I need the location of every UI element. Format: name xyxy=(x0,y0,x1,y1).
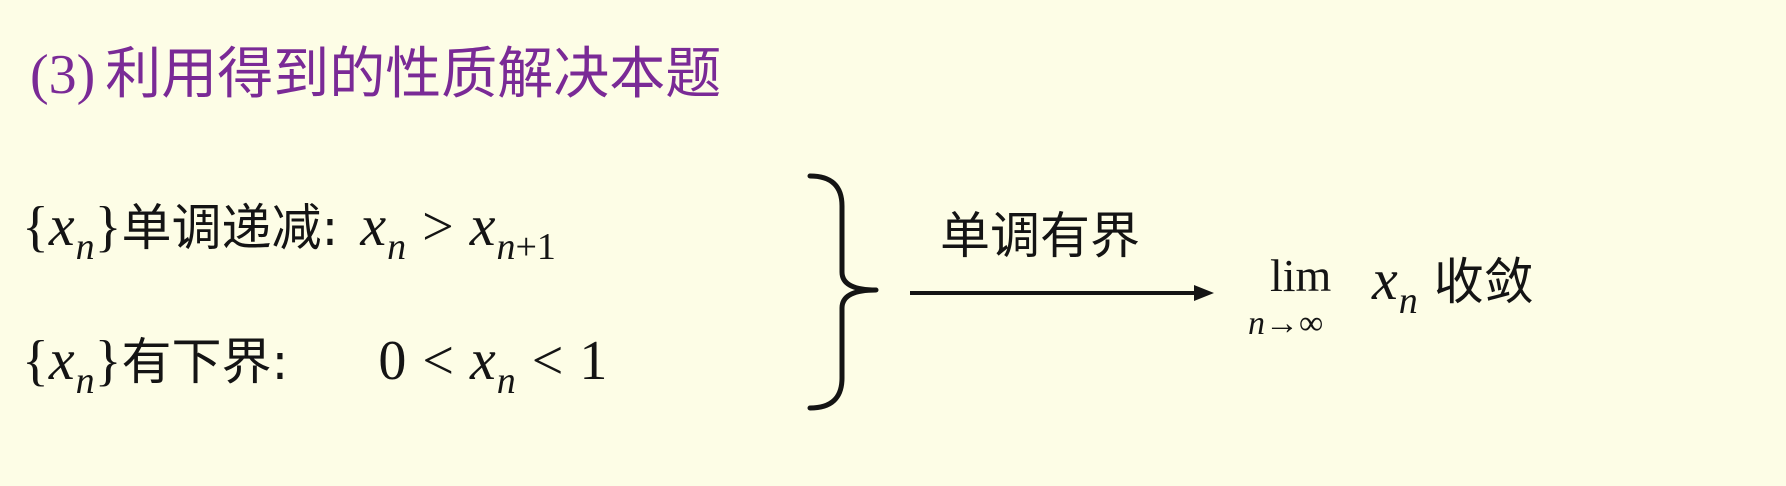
upper-bound-value: 1 xyxy=(579,330,608,392)
limit-operator: lim n→∞ xyxy=(1248,250,1358,350)
implication-arrow xyxy=(910,285,1214,301)
less-than-op: < xyxy=(531,330,564,392)
arrow-label: 单调有界 xyxy=(940,207,1140,265)
sequence-var: x xyxy=(48,193,75,258)
lower-bound-statement: {xn}有下界: 0 < xn <1 xyxy=(22,327,608,403)
lim-word: lim xyxy=(1270,250,1332,301)
set-close-brace: } xyxy=(94,196,122,258)
rhs-sub: n+1 xyxy=(496,226,555,268)
set-open-brace: { xyxy=(22,330,49,392)
sequence-sub: n xyxy=(75,226,95,268)
rhs-sub-rest: +1 xyxy=(515,226,556,268)
property-label: 单调递减 xyxy=(121,199,322,257)
middle-sub: n xyxy=(496,360,516,402)
sequence-var: x xyxy=(48,327,75,392)
middle-var: x xyxy=(469,327,496,392)
monotone-decreasing-statement: {xn}单调递减: xn > xn+1 xyxy=(22,193,556,269)
property-label: 有下界 xyxy=(121,333,272,391)
lim-subscript: n→∞ xyxy=(1248,304,1323,344)
lim-sub-arrow: → xyxy=(1265,305,1299,342)
converges-text: 收敛 xyxy=(1433,253,1534,311)
lhs-sub: n xyxy=(387,226,407,268)
lim-sub-var: n xyxy=(1248,305,1265,342)
right-curly-brace xyxy=(807,173,879,411)
set-close-brace: } xyxy=(94,330,122,392)
lim-sub-infinity: ∞ xyxy=(1299,305,1324,342)
section-title: 利用得到的性质解决本题 xyxy=(105,42,722,107)
rhs-sub-var: n xyxy=(496,226,516,268)
section-heading: (3) 利用得到的性质解决本题 xyxy=(30,40,721,110)
conclusion: xn 收敛 xyxy=(1372,247,1534,323)
less-than-op: < xyxy=(422,330,454,392)
rhs-var: x xyxy=(469,193,496,258)
sequence-sub: n xyxy=(75,360,95,402)
limit-var: x xyxy=(1372,247,1398,312)
lhs-var: x xyxy=(360,193,387,258)
label-colon: : xyxy=(321,199,339,257)
set-open-brace: { xyxy=(22,196,49,258)
greater-than-op: > xyxy=(422,196,454,258)
limit-sub: n xyxy=(1398,280,1418,322)
section-number: (3) xyxy=(30,44,96,106)
lower-bound-value: 0 xyxy=(378,330,407,392)
label-colon: : xyxy=(271,333,289,391)
